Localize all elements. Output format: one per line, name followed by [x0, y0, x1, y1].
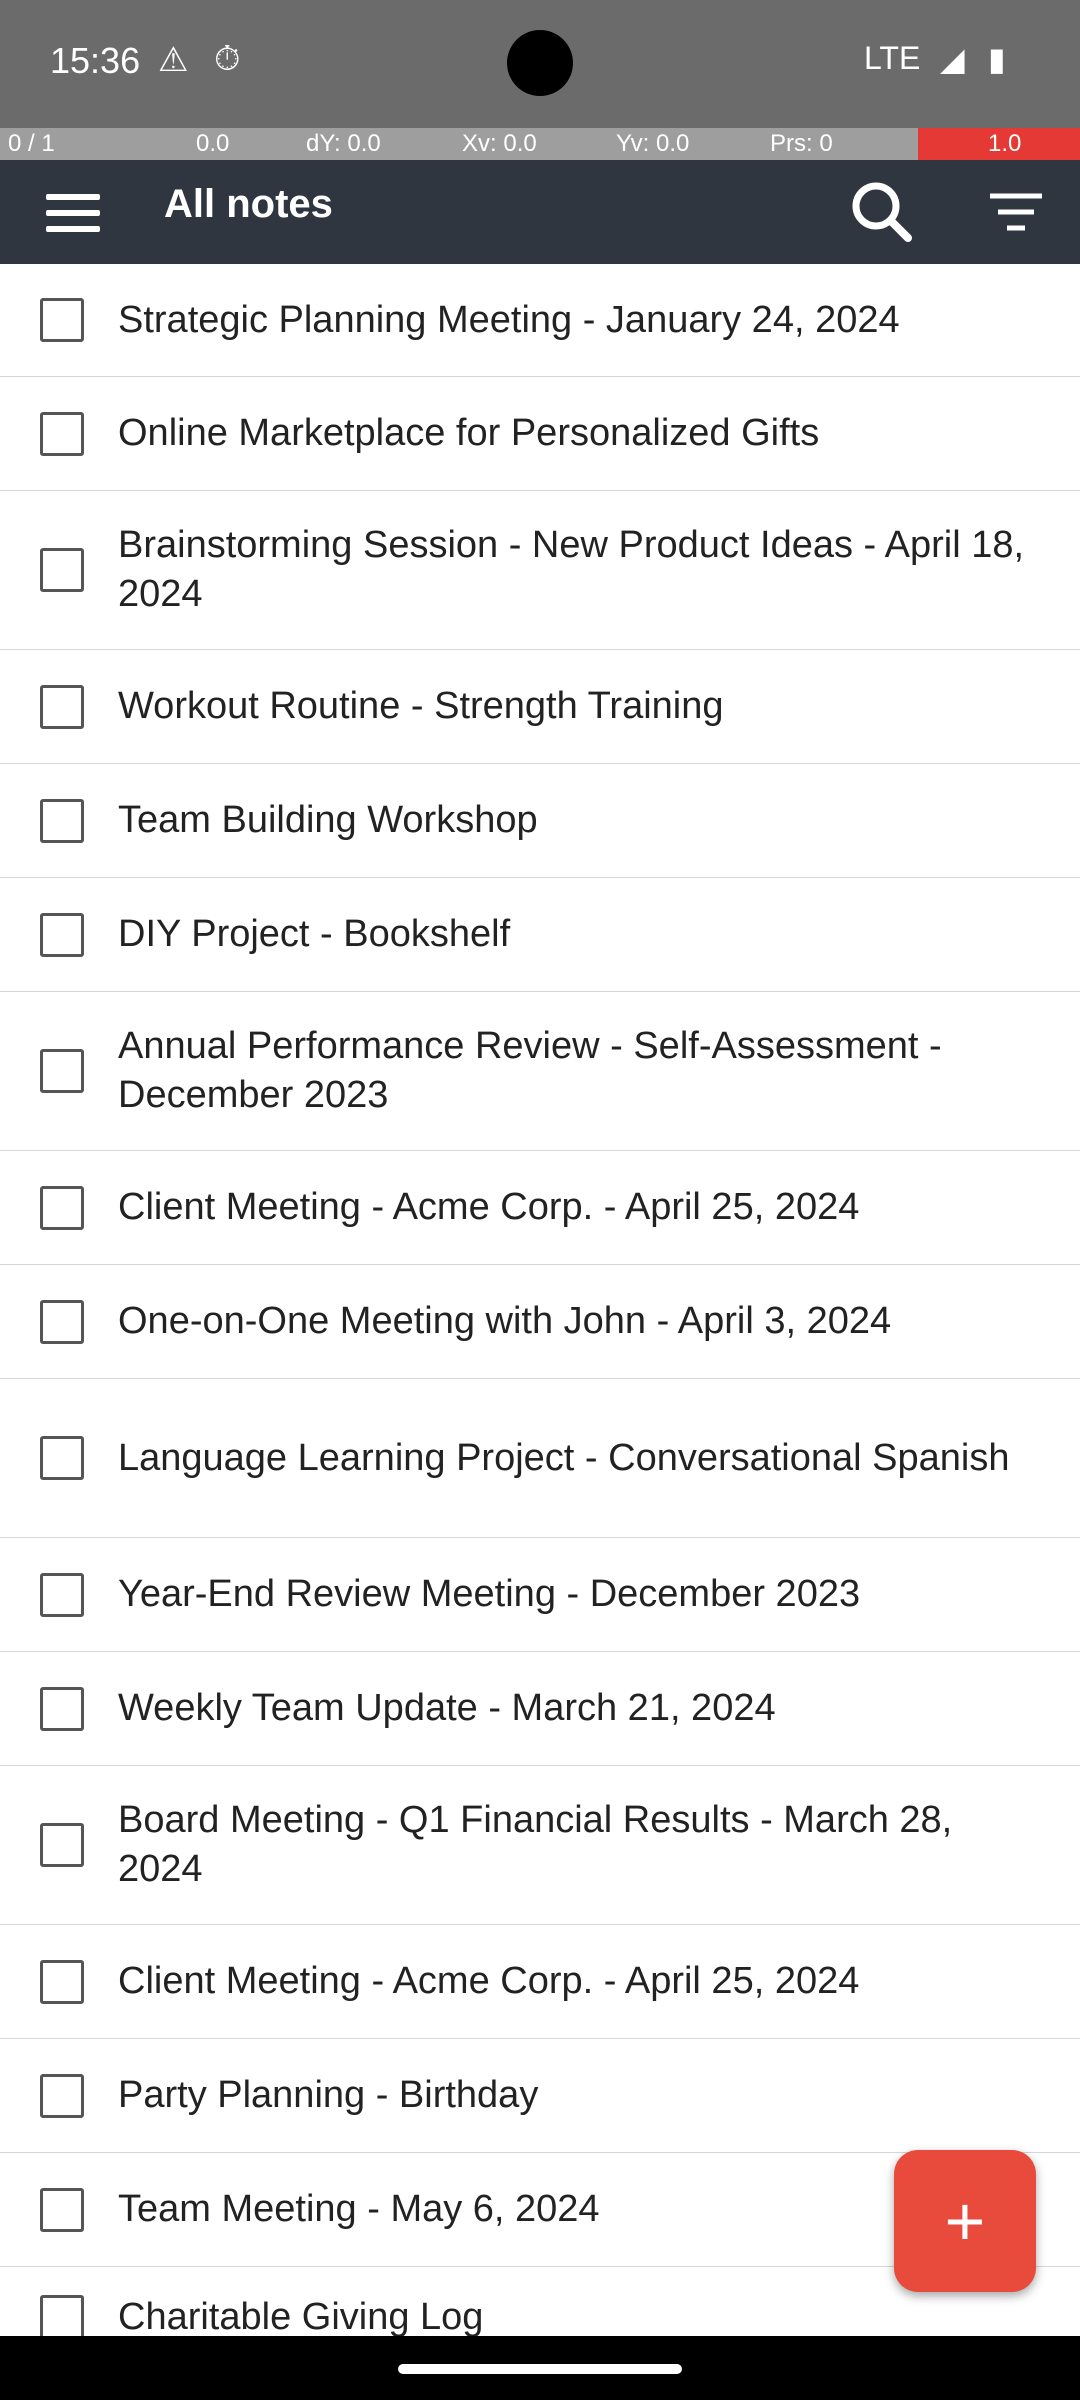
app-toolbar: All notes	[0, 160, 1080, 264]
note-title[interactable]: DIY Project - Bookshelf	[118, 910, 1040, 959]
note-row[interactable]: Client Meeting - Acme Corp. - April 25, …	[0, 1151, 1080, 1265]
note-title[interactable]: Year-End Review Meeting - December 2023	[118, 1570, 1040, 1619]
note-checkbox[interactable]	[40, 1299, 84, 1344]
timer-icon: ⏱	[214, 40, 241, 78]
note-title[interactable]: Weekly Team Update - March 21, 2024	[118, 1684, 1040, 1733]
note-checkbox[interactable]	[40, 1572, 84, 1617]
debug-dx: 0.0	[196, 130, 230, 157]
note-checkbox[interactable]	[40, 1686, 84, 1731]
note-checkbox[interactable]	[40, 411, 84, 456]
note-checkbox[interactable]	[40, 912, 84, 957]
network-type: LTE	[864, 40, 921, 76]
note-checkbox[interactable]	[40, 1049, 84, 1093]
note-checkbox[interactable]	[40, 798, 84, 843]
note-row[interactable]: One-on-One Meeting with John - April 3, …	[0, 1265, 1080, 1379]
note-checkbox[interactable]	[40, 548, 84, 592]
note-title[interactable]: Team Building Workshop	[118, 796, 1040, 845]
note-title[interactable]: Language Learning Project - Conversation…	[118, 1434, 1040, 1483]
note-title[interactable]: Brainstorming Session - New Product Idea…	[118, 521, 1040, 619]
debug-pointer: 0 / 1	[8, 130, 55, 157]
note-row[interactable]: Year-End Review Meeting - December 2023	[0, 1538, 1080, 1652]
note-row[interactable]: Party Planning - Birthday	[0, 2039, 1080, 2153]
debug-size: 1.0	[988, 130, 1022, 157]
notes-list: Strategic Planning Meeting - January 24,…	[0, 264, 1080, 2367]
note-title[interactable]: One-on-One Meeting with John - April 3, …	[118, 1297, 1040, 1346]
note-title[interactable]: Charitable Giving Log	[118, 2293, 1040, 2342]
filter-icon[interactable]	[974, 170, 1058, 254]
page-title: All notes	[164, 182, 333, 226]
note-row[interactable]: Weekly Team Update - March 21, 2024	[0, 1652, 1080, 1766]
debug-dy: dY: 0.0	[306, 130, 381, 157]
note-row[interactable]: DIY Project - Bookshelf	[0, 878, 1080, 992]
debug-yv: Yv: 0.0	[616, 130, 690, 157]
plus-icon: +	[944, 2182, 986, 2260]
signal-icon: ◢	[940, 41, 965, 77]
note-title[interactable]: Workout Routine - Strength Training	[118, 682, 1040, 731]
note-checkbox[interactable]	[40, 298, 84, 342]
home-handle[interactable]	[398, 2364, 682, 2374]
note-row[interactable]: Strategic Planning Meeting - January 24,…	[0, 264, 1080, 377]
note-row[interactable]: Brainstorming Session - New Product Idea…	[0, 491, 1080, 650]
note-checkbox[interactable]	[40, 1959, 84, 2004]
note-title[interactable]: Client Meeting - Acme Corp. - April 25, …	[118, 1957, 1040, 2006]
debug-xv: Xv: 0.0	[462, 130, 537, 157]
status-bar: 15:36 ⚠ ⏱ LTE ◢ ▮	[0, 0, 1080, 128]
note-row[interactable]: Online Marketplace for Personalized Gift…	[0, 377, 1080, 491]
note-row[interactable]: Client Meeting - Acme Corp. - April 25, …	[0, 1925, 1080, 2039]
note-checkbox[interactable]	[40, 2295, 84, 2339]
note-checkbox[interactable]	[40, 684, 84, 729]
note-checkbox[interactable]	[40, 1185, 84, 1230]
system-nav-bar	[0, 2336, 1080, 2400]
note-row[interactable]: Language Learning Project - Conversation…	[0, 1379, 1080, 1538]
note-checkbox[interactable]	[40, 2187, 84, 2232]
status-time: 15:36	[50, 40, 141, 81]
note-title[interactable]: Annual Performance Review - Self-Assessm…	[118, 1022, 1040, 1120]
note-checkbox[interactable]	[40, 1823, 84, 1867]
debug-prs: Prs: 0	[770, 130, 833, 157]
camera-cutout	[507, 30, 573, 96]
warning-icon: ⚠	[158, 41, 189, 79]
note-title[interactable]: Party Planning - Birthday	[118, 2071, 1040, 2120]
note-checkbox[interactable]	[40, 1436, 84, 1480]
note-row[interactable]: Team Building Workshop	[0, 764, 1080, 878]
note-row[interactable]: Board Meeting - Q1 Financial Results - M…	[0, 1766, 1080, 1925]
note-title[interactable]: Strategic Planning Meeting - January 24,…	[118, 296, 1040, 345]
note-title[interactable]: Board Meeting - Q1 Financial Results - M…	[118, 1796, 1040, 1894]
note-row[interactable]: Workout Routine - Strength Training	[0, 650, 1080, 764]
search-icon[interactable]	[840, 170, 924, 254]
debug-size-indicator: 1.0	[918, 128, 1080, 160]
note-title[interactable]: Online Marketplace for Personalized Gift…	[118, 409, 1040, 458]
note-title[interactable]: Client Meeting - Acme Corp. - April 25, …	[118, 1183, 1040, 1232]
note-row[interactable]: Annual Performance Review - Self-Assessm…	[0, 992, 1080, 1151]
note-checkbox[interactable]	[40, 2073, 84, 2118]
menu-icon[interactable]	[34, 174, 112, 252]
add-note-button[interactable]: +	[894, 2150, 1036, 2292]
battery-icon: ▮	[988, 41, 1006, 77]
